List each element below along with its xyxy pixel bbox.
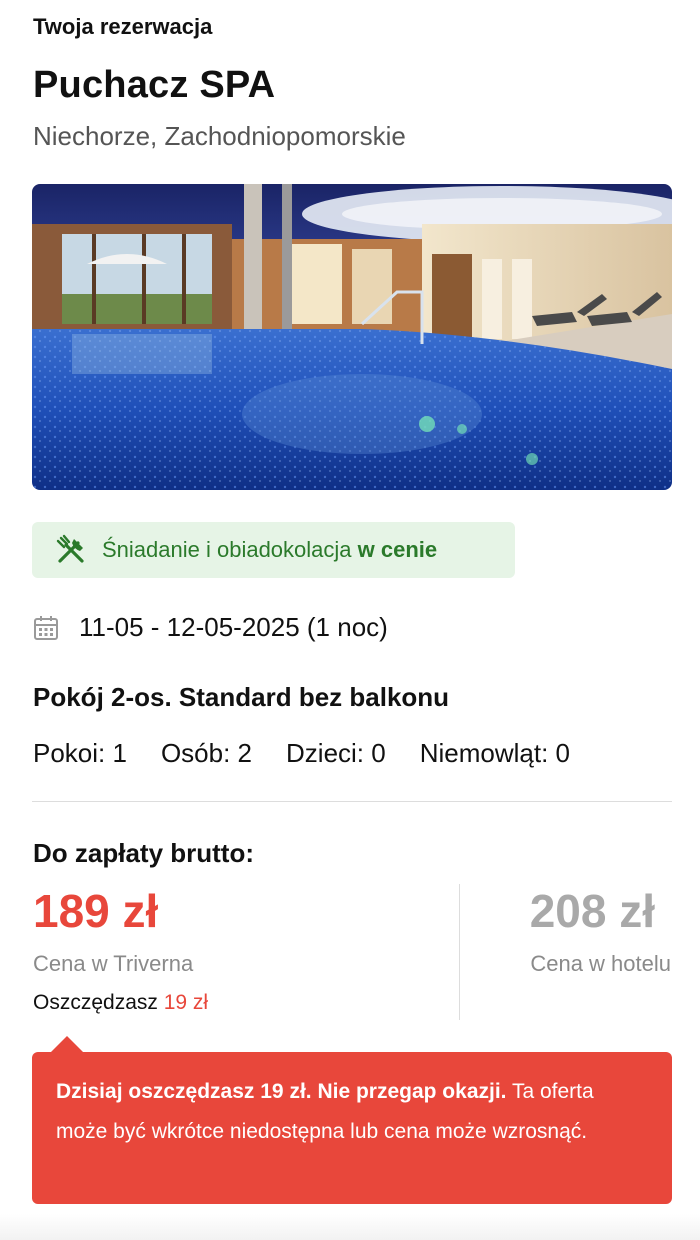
savings-alert: Dzisiaj oszczędzasz 19 zł. Nie przegap o… bbox=[32, 1052, 672, 1204]
stay-dates: 11-05 - 12-05-2025 (1 noc) bbox=[33, 612, 388, 643]
fork-knife-icon bbox=[54, 533, 88, 567]
hotel-price: 208 zł bbox=[529, 885, 655, 937]
savings-label: Oszczędzasz bbox=[33, 991, 158, 1014]
savings-alert-headline: Dzisiaj oszczędzasz 19 zł. Nie przegap o… bbox=[56, 1080, 507, 1103]
room-name: Pokój 2-os. Standard bez balkonu bbox=[33, 682, 450, 712]
alert-caret bbox=[50, 1036, 84, 1053]
stay-dates-text: 11-05 - 12-05-2025 (1 noc) bbox=[79, 612, 388, 642]
savings-amount: 19 zł bbox=[163, 991, 209, 1014]
rooms-count: Pokoi: 1 bbox=[33, 738, 127, 768]
meal-included-label: w cenie bbox=[357, 537, 438, 562]
children-count: Dzieci: 0 bbox=[286, 738, 386, 768]
occupancy-summary: Pokoi: 1 Osób: 2 Dzieci: 0 Niemowląt: 0 bbox=[33, 738, 604, 769]
reservation-summary: Twoja rezerwacja Puchacz SPA Niechorze, … bbox=[0, 0, 700, 1240]
hotel-photo[interactable] bbox=[32, 184, 672, 490]
infants-count: Niemowląt: 0 bbox=[419, 738, 570, 768]
section-divider bbox=[32, 801, 672, 802]
price-divider bbox=[459, 884, 460, 1020]
amount-due-label: Do zapłaty brutto: bbox=[33, 838, 254, 868]
section-eyebrow: Twoja rezerwacja bbox=[33, 14, 213, 39]
guests-count: Osób: 2 bbox=[160, 738, 253, 768]
savings-line: Oszczędzasz 19 zł bbox=[33, 991, 208, 1015]
hotel-location: Niechorze, Zachodniopomorskie bbox=[33, 121, 406, 151]
page-bottom-edge bbox=[0, 1214, 700, 1240]
hotel-name[interactable]: Puchacz SPA bbox=[33, 64, 275, 107]
triverna-price-label: Cena w Triverna bbox=[33, 951, 194, 976]
calendar-icon bbox=[33, 615, 59, 641]
meal-plan-label: Śniadanie i obiadokolacja bbox=[102, 537, 358, 562]
hotel-price-label: Cena w hotelu bbox=[530, 951, 671, 976]
triverna-price: 189 zł bbox=[33, 885, 159, 937]
meal-badge-text: Śniadanie i obiadokolacja w cenie bbox=[102, 537, 437, 563]
meal-badge: Śniadanie i obiadokolacja w cenie bbox=[32, 522, 515, 578]
